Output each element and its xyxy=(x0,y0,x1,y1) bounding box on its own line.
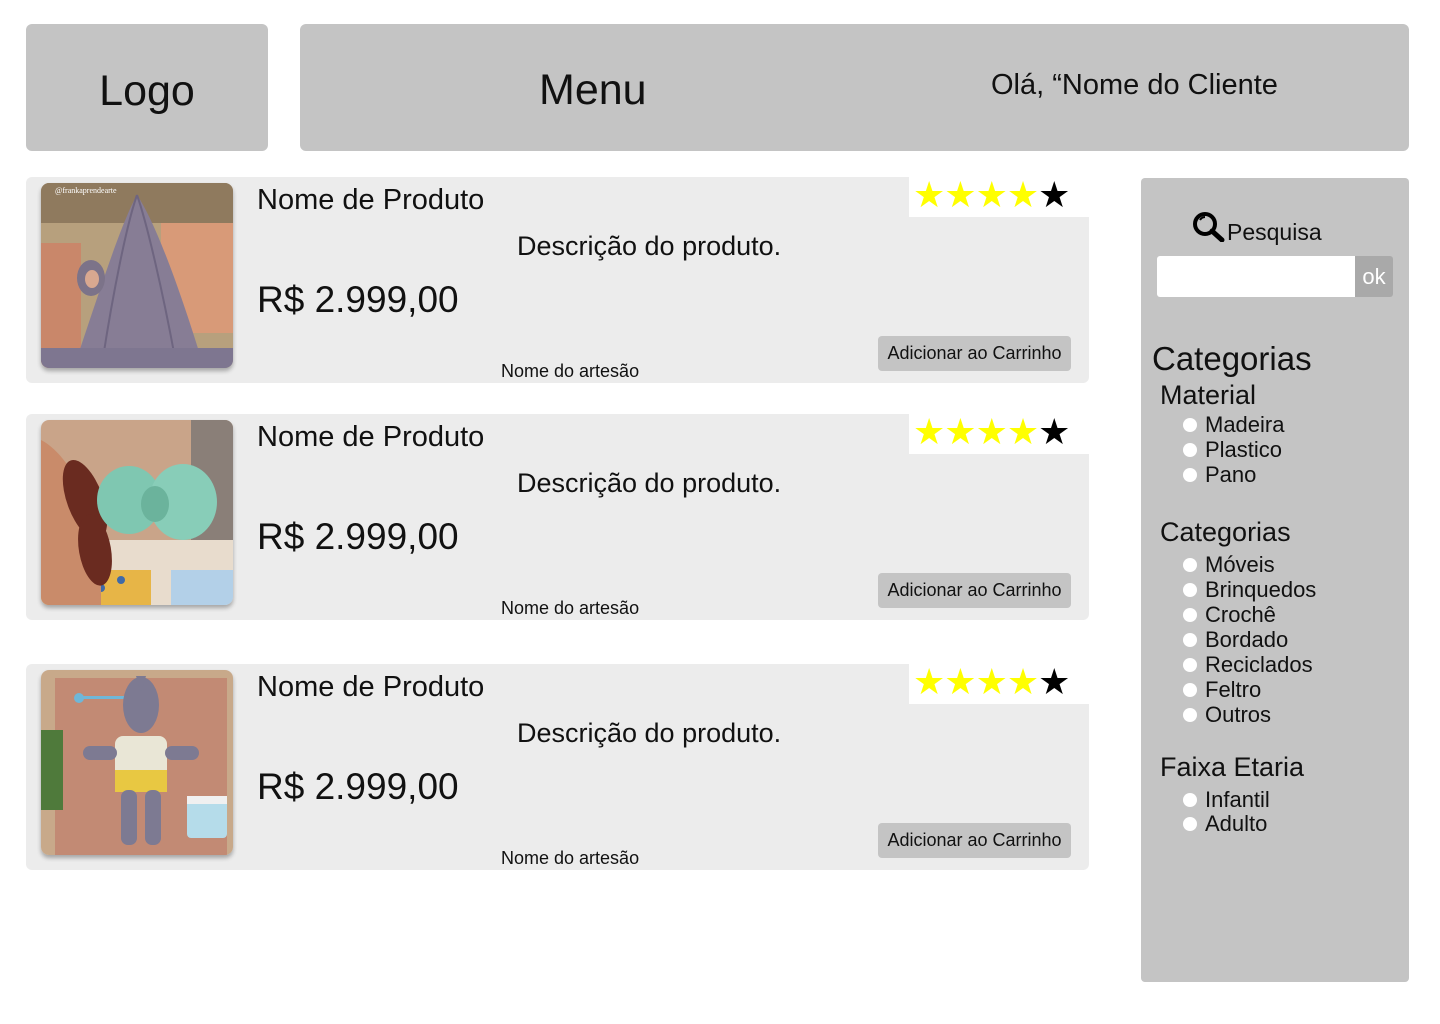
star-filled-icon: ★ xyxy=(975,411,1008,452)
search-ok-button[interactable]: ok xyxy=(1355,256,1393,297)
greeting-text: Olá, “Nome do Cliente xyxy=(991,69,1278,101)
option-label: Adulto xyxy=(1205,811,1268,836)
radio-button[interactable] xyxy=(1183,558,1197,572)
menu-button[interactable]: Menu xyxy=(539,66,647,115)
search-input[interactable] xyxy=(1157,256,1355,297)
radio-button[interactable] xyxy=(1183,658,1197,672)
star-rating: ★ ★ ★ ★ ★ xyxy=(909,410,1089,454)
product-description: Descrição do produto. xyxy=(517,468,782,498)
search-label: Pesquisa xyxy=(1227,219,1322,245)
option-label: Móveis xyxy=(1205,552,1275,577)
option-label: Outros xyxy=(1205,702,1272,727)
star-empty-icon: ★ xyxy=(1038,174,1071,215)
radio-button[interactable] xyxy=(1183,608,1197,622)
crochet-hood-image: @frankaprendearte xyxy=(41,183,233,368)
product-price: R$ 2.999,00 xyxy=(257,516,459,557)
crochet-rhino-image xyxy=(41,670,233,855)
filter-option[interactable]: Móveis xyxy=(1183,552,1275,578)
add-to-cart-button[interactable]: Adicionar ao Carrinho xyxy=(878,336,1071,371)
star-empty-icon: ★ xyxy=(1038,661,1071,702)
product-description: Descrição do produto. xyxy=(517,718,782,748)
filter-option[interactable]: Crochê xyxy=(1183,602,1276,628)
radio-button[interactable] xyxy=(1183,633,1197,647)
add-to-cart-button[interactable]: Adicionar ao Carrinho xyxy=(878,823,1071,858)
filter-group-title: Faixa Etaria xyxy=(1160,752,1305,782)
star-filled-icon: ★ xyxy=(913,411,946,452)
radio-button[interactable] xyxy=(1183,817,1197,831)
radio-button[interactable] xyxy=(1183,468,1197,482)
filter-option[interactable]: Outros xyxy=(1183,702,1271,728)
search-icon[interactable] xyxy=(1191,210,1225,242)
filter-option[interactable]: Reciclados xyxy=(1183,652,1313,678)
search-header: Pesquisa xyxy=(1191,210,1322,245)
crochet-bow-image xyxy=(41,420,233,605)
product-price: R$ 2.999,00 xyxy=(257,279,459,320)
star-filled-icon: ★ xyxy=(944,174,977,215)
option-label: Brinquedos xyxy=(1205,577,1317,602)
product-price: R$ 2.999,00 xyxy=(257,766,459,807)
product-image[interactable] xyxy=(41,420,233,605)
option-label: Reciclados xyxy=(1205,652,1313,677)
option-label: Infantil xyxy=(1205,787,1270,812)
radio-button[interactable] xyxy=(1183,683,1197,697)
filter-option[interactable]: Feltro xyxy=(1183,677,1261,703)
option-label: Bordado xyxy=(1205,627,1289,652)
star-filled-icon: ★ xyxy=(975,661,1008,702)
star-filled-icon: ★ xyxy=(1006,661,1040,702)
option-label: Feltro xyxy=(1205,677,1262,702)
artisan-name[interactable]: Nome do artesão xyxy=(501,361,639,382)
star-filled-icon: ★ xyxy=(1006,174,1040,215)
header-bar: Menu Olá, “Nome do Cliente xyxy=(300,24,1409,151)
radio-button[interactable] xyxy=(1183,583,1197,597)
filter-group-title: Material xyxy=(1160,380,1257,410)
radio-button[interactable] xyxy=(1183,443,1197,457)
star-filled-icon: ★ xyxy=(913,661,946,702)
filter-group-title: Categorias xyxy=(1160,517,1291,547)
add-to-cart-button[interactable]: Adicionar ao Carrinho xyxy=(878,573,1071,608)
radio-button[interactable] xyxy=(1183,793,1197,807)
filter-option[interactable]: Pano xyxy=(1183,462,1256,488)
star-filled-icon: ★ xyxy=(1006,411,1040,452)
option-label: Madeira xyxy=(1205,412,1285,437)
star-empty-icon: ★ xyxy=(1038,411,1071,452)
product-image[interactable]: @frankaprendearte xyxy=(41,183,233,368)
product-name[interactable]: Nome de Produto xyxy=(257,671,484,704)
product-card: Nome de Produto Descrição do produto. R$… xyxy=(26,410,1089,620)
artisan-name[interactable]: Nome do artesão xyxy=(501,848,639,869)
star-rating: ★ ★ ★ ★ ★ xyxy=(909,173,1089,217)
categories-title: Categorias xyxy=(1152,340,1312,377)
filter-option[interactable]: Adulto xyxy=(1183,811,1267,837)
product-name[interactable]: Nome de Produto xyxy=(257,184,484,217)
star-filled-icon: ★ xyxy=(944,411,977,452)
filter-option[interactable]: Brinquedos xyxy=(1183,577,1316,603)
option-label: Pano xyxy=(1205,462,1257,487)
option-label: Plastico xyxy=(1205,437,1283,462)
logo-text: Logo xyxy=(99,67,195,115)
star-filled-icon: ★ xyxy=(975,174,1008,215)
product-description: Descrição do produto. xyxy=(517,231,782,261)
star-filled-icon: ★ xyxy=(944,661,977,702)
star-filled-icon: ★ xyxy=(913,174,946,215)
filter-option[interactable]: Plastico xyxy=(1183,437,1282,463)
radio-button[interactable] xyxy=(1183,708,1197,722)
image-caption: @frankaprendearte xyxy=(55,186,117,195)
product-card: Nome de Produto Descrição do produto. R$… xyxy=(26,660,1089,870)
logo[interactable]: Logo xyxy=(26,24,268,151)
artisan-name[interactable]: Nome do artesão xyxy=(501,598,639,619)
option-label: Crochê xyxy=(1205,602,1276,627)
filter-option[interactable]: Infantil xyxy=(1183,787,1270,813)
product-card: @frankaprendearte Nome de Produto Descri… xyxy=(26,173,1089,383)
radio-button[interactable] xyxy=(1183,418,1197,432)
filter-option[interactable]: Bordado xyxy=(1183,627,1288,653)
product-name[interactable]: Nome de Produto xyxy=(257,421,484,454)
star-rating: ★ ★ ★ ★ ★ xyxy=(909,660,1089,704)
product-image[interactable] xyxy=(41,670,233,855)
filter-option[interactable]: Madeira xyxy=(1183,412,1284,438)
filter-sidebar: Pesquisa ok Categorias Material Madeira … xyxy=(1141,178,1409,982)
